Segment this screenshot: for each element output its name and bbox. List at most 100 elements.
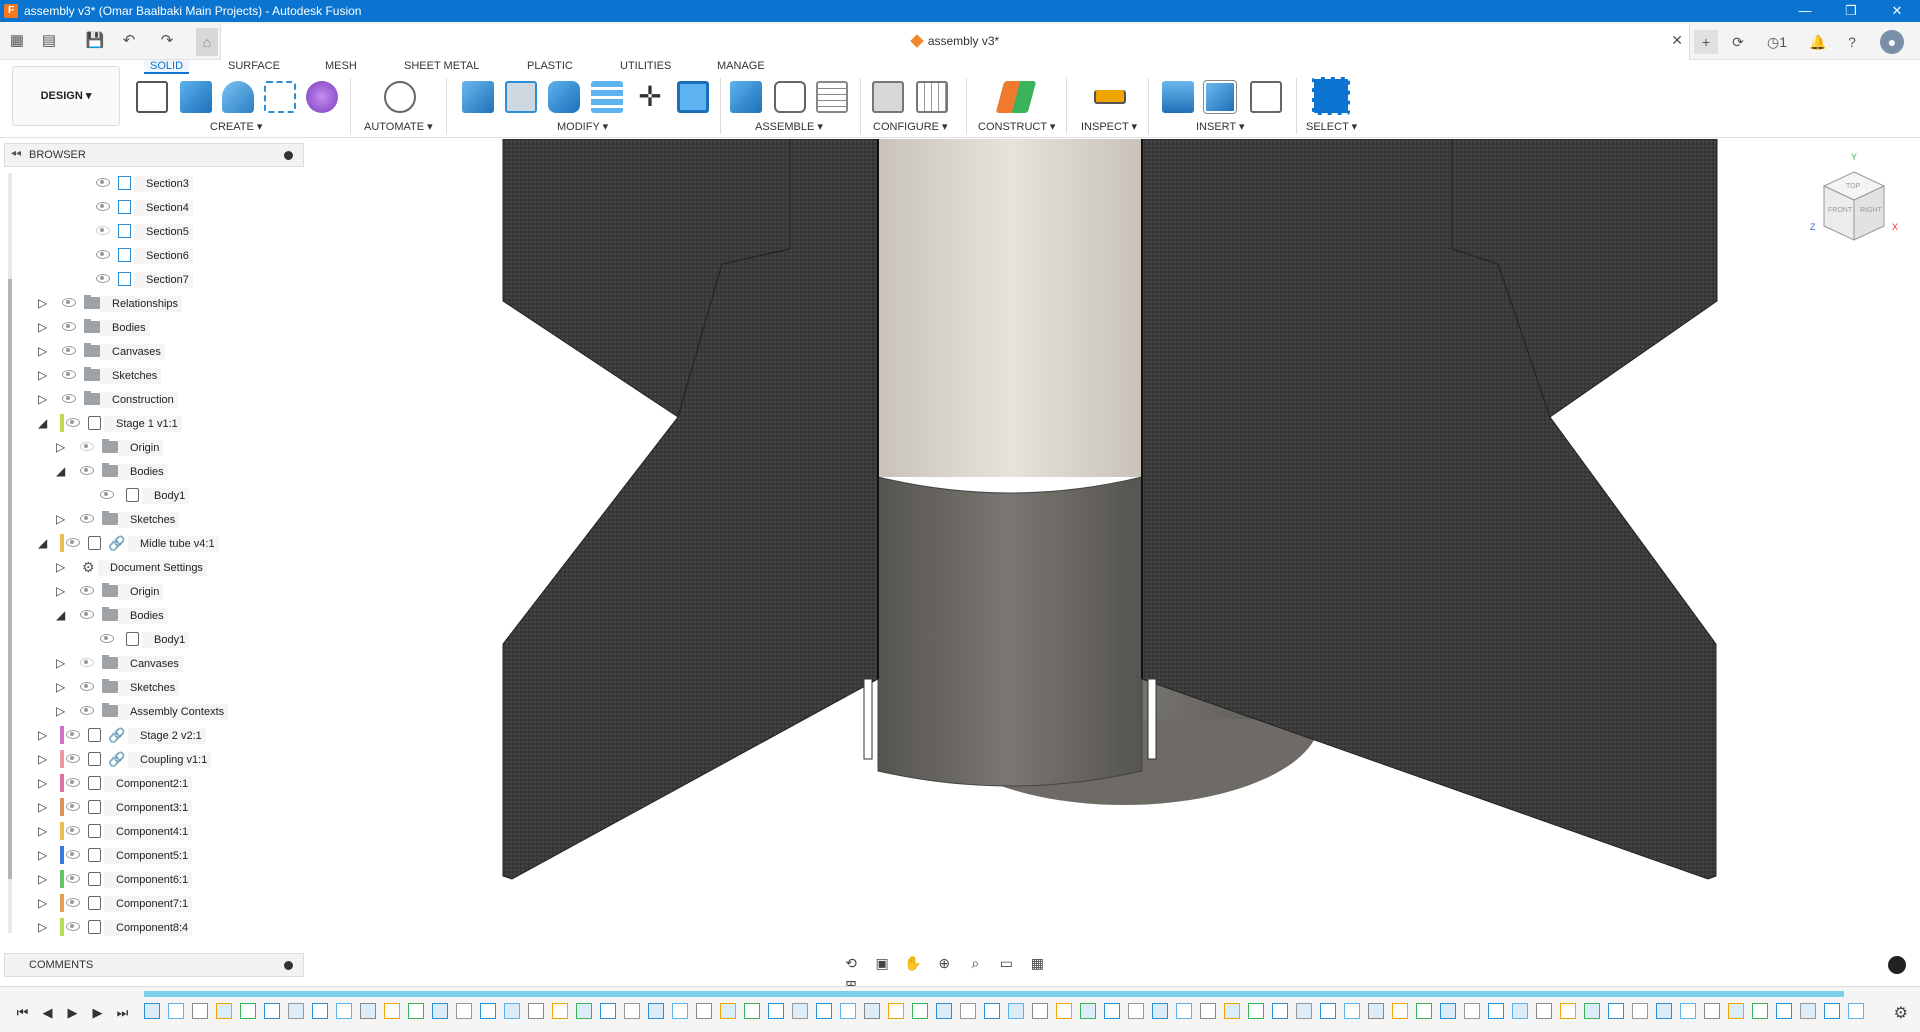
visibility-eye-icon[interactable]	[96, 274, 110, 283]
visibility-eye-icon[interactable]	[100, 634, 114, 643]
timeline-feature-icon[interactable]	[504, 1003, 520, 1019]
timeline-feature-icon[interactable]	[1512, 1003, 1528, 1019]
configure-icon[interactable]	[872, 81, 904, 113]
expand-arrow-icon[interactable]: ▷	[38, 873, 50, 885]
expand-arrow-icon[interactable]: ▷	[38, 849, 50, 861]
undo-icon[interactable]: ↶	[118, 30, 140, 52]
browser-row[interactable]: Section4	[0, 197, 312, 217]
save-icon[interactable]: 💾	[84, 30, 106, 52]
automate-group-label[interactable]: AUTOMATE ▾	[364, 120, 433, 133]
visibility-eye-icon[interactable]	[100, 490, 114, 499]
browser-row[interactable]: ▷ Component6:1	[0, 869, 312, 889]
expand-arrow-icon[interactable]: ▷	[38, 369, 50, 381]
move-copy-icon[interactable]: ✛	[634, 81, 666, 113]
timeline-feature-icon[interactable]	[1800, 1003, 1816, 1019]
close-tab-icon[interactable]: ✕	[1671, 32, 1683, 49]
inspect-group-label[interactable]: INSPECT ▾	[1081, 120, 1137, 133]
expand-arrow-icon[interactable]: ▷	[56, 561, 68, 573]
visibility-eye-icon[interactable]	[66, 418, 80, 427]
visibility-eye-icon[interactable]	[66, 874, 80, 883]
home-icon[interactable]: ⌂	[196, 28, 218, 56]
tab-utilities[interactable]: UTILITIES	[614, 60, 677, 72]
visibility-eye-icon[interactable]	[80, 610, 94, 619]
text-commands-icon[interactable]	[1888, 956, 1906, 974]
visibility-eye-icon[interactable]	[66, 538, 80, 547]
timeline-feature-icon[interactable]	[672, 1003, 688, 1019]
insert-image-icon[interactable]	[1162, 81, 1194, 113]
timeline-feature-icon[interactable]	[1152, 1003, 1168, 1019]
timeline-feature-icon[interactable]	[1728, 1003, 1744, 1019]
grid-settings-icon[interactable]: ▦	[1026, 952, 1048, 974]
step-back-icon[interactable]: ◀	[35, 1005, 60, 1021]
tab-mesh[interactable]: MESH	[319, 60, 363, 72]
visibility-eye-icon[interactable]	[96, 178, 110, 187]
browser-row[interactable]: Section7	[0, 269, 312, 289]
browser-row[interactable]: ▷ 🔗 Stage 2 v2:1	[0, 725, 312, 745]
browser-row[interactable]: ▷ Sketches	[0, 509, 312, 529]
browser-row[interactable]: ▷ Origin	[0, 581, 312, 601]
browser-row[interactable]: ▷ Canvases	[0, 653, 312, 673]
select-group-label[interactable]: SELECT ▾	[1306, 120, 1357, 133]
joint-icon[interactable]	[774, 81, 806, 113]
timeline-feature-icon[interactable]	[1272, 1003, 1288, 1019]
visibility-eye-icon[interactable]	[80, 706, 94, 715]
workspace-switcher[interactable]: DESIGN ▾	[12, 66, 120, 126]
timeline-feature-icon[interactable]	[1584, 1003, 1600, 1019]
project-icon[interactable]	[264, 81, 296, 113]
visibility-eye-icon[interactable]	[66, 922, 80, 931]
tab-solid[interactable]: SOLID	[144, 60, 190, 74]
canvas-icon[interactable]	[1203, 80, 1237, 114]
timeline-feature-icon[interactable]	[288, 1003, 304, 1019]
timeline-feature-icon[interactable]	[1032, 1003, 1048, 1019]
timeline-feature-icon[interactable]	[1824, 1003, 1840, 1019]
expand-arrow-icon[interactable]: ▷	[38, 777, 50, 789]
browser-row[interactable]: ◢ Bodies	[0, 461, 312, 481]
timeline-settings-gear-icon[interactable]: ⚙	[1894, 1003, 1908, 1023]
insert-mesh-icon[interactable]	[1250, 81, 1282, 113]
timeline-feature-icon[interactable]	[864, 1003, 880, 1019]
visibility-eye-icon[interactable]	[80, 658, 94, 667]
combine-icon[interactable]	[591, 81, 623, 113]
visibility-eye-icon[interactable]	[62, 370, 76, 379]
pan-icon[interactable]: ✋	[902, 952, 924, 974]
look-at-icon[interactable]: ▣	[871, 952, 893, 974]
browser-row[interactable]: ▷ Sketches	[0, 677, 312, 697]
offset-plane-icon[interactable]	[995, 81, 1037, 113]
assemble-group-label[interactable]: ASSEMBLE ▾	[755, 120, 823, 133]
timeline-feature-icon[interactable]	[1200, 1003, 1216, 1019]
browser-row[interactable]: Section5	[0, 221, 312, 241]
timeline-feature-icon[interactable]	[1176, 1003, 1192, 1019]
timeline-feature-icon[interactable]	[1104, 1003, 1120, 1019]
timeline-feature-icon[interactable]	[624, 1003, 640, 1019]
comments-panel[interactable]: COMMENTS	[4, 953, 304, 977]
collapse-panel-icon[interactable]: ◂◂	[11, 148, 21, 159]
new-tab-plus-icon[interactable]: +	[1694, 30, 1718, 54]
zoom-icon[interactable]: ⊕	[933, 952, 955, 974]
tab-plastic[interactable]: PLASTIC	[521, 60, 579, 72]
browser-row[interactable]: ▷ 🔗 Coupling v1:1	[0, 749, 312, 769]
timeline-feature-icon[interactable]	[1320, 1003, 1336, 1019]
go-to-start-icon[interactable]: ⏮	[10, 1005, 35, 1021]
collapse-arrow-icon[interactable]: ◢	[56, 609, 68, 621]
expand-arrow-icon[interactable]: ▷	[38, 393, 50, 405]
visibility-eye-icon[interactable]	[96, 202, 110, 211]
timeline-feature-icon[interactable]	[1392, 1003, 1408, 1019]
expand-arrow-icon[interactable]: ▷	[38, 921, 50, 933]
timeline-feature-icon[interactable]	[1296, 1003, 1312, 1019]
timeline-feature-icon[interactable]	[1440, 1003, 1456, 1019]
visibility-eye-icon[interactable]	[62, 322, 76, 331]
browser-row[interactable]: ▷ Construction	[0, 389, 312, 409]
browser-row[interactable]: ▷ ⚙ Document Settings	[0, 557, 312, 577]
timeline-feature-icon[interactable]	[1776, 1003, 1792, 1019]
timeline-feature-icon[interactable]	[360, 1003, 376, 1019]
timeline-feature-icon[interactable]	[768, 1003, 784, 1019]
browser-row[interactable]: ▷ Component2:1	[0, 773, 312, 793]
visibility-eye-icon[interactable]	[66, 826, 80, 835]
timeline-feature-icon[interactable]	[1368, 1003, 1384, 1019]
modify-group-label[interactable]: MODIFY ▾	[557, 120, 608, 133]
expand-arrow-icon[interactable]: ▷	[56, 681, 68, 693]
fit-icon[interactable]: ⌕	[964, 952, 986, 974]
step-forward-icon[interactable]: ▶	[85, 1005, 110, 1021]
expand-arrow-icon[interactable]: ▷	[56, 513, 68, 525]
timeline-feature-icon[interactable]	[1632, 1003, 1648, 1019]
